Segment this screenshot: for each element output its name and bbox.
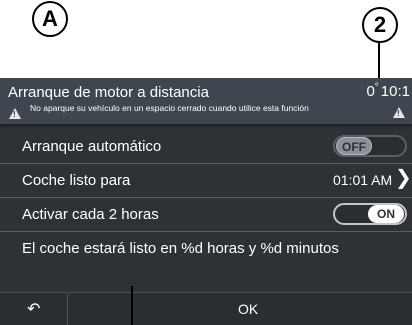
setting-row-auto-start[interactable]: Arranque automático OFF <box>0 130 412 164</box>
callout-2: 2 <box>362 7 398 43</box>
time-value: 10:1 <box>380 83 410 100</box>
every-two-hours-label: Activar cada 2 horas <box>22 206 159 223</box>
back-button[interactable]: ↶ <box>0 293 68 325</box>
toggle-knob: ON <box>368 205 404 223</box>
degree-symbol: ° <box>374 82 379 93</box>
footer-bar: ↶ OK <box>0 292 412 325</box>
ready-time-value: 01:01 AM <box>333 172 393 188</box>
setting-row-every-two-hours[interactable]: Activar cada 2 horas ON <box>0 198 412 232</box>
auto-start-label: Arranque automático <box>22 138 162 155</box>
ok-label: OK <box>238 301 259 317</box>
chevron-right-icon[interactable]: ❯ <box>395 168 412 188</box>
every-two-hours-toggle[interactable]: ON <box>333 203 407 225</box>
warning-message: No aparque su vehículo en un espacio cer… <box>30 103 309 113</box>
setting-row-ready-for[interactable]: Coche listo para 01:01 AM ❯ <box>0 164 412 198</box>
temperature-value: 0 <box>366 83 375 100</box>
status-clock: 0° 10:1 <box>366 82 410 100</box>
toggle-knob: OFF <box>336 137 372 155</box>
callout-leader-line <box>131 286 133 325</box>
alert-icon[interactable]: ! <box>393 107 405 118</box>
ready-info-row: El coche estará listo en %d horas y %d m… <box>0 232 412 272</box>
ok-button[interactable]: OK <box>68 293 412 325</box>
back-arrow-icon: ↶ <box>27 301 41 318</box>
remote-start-screen: Arranque de motor a distancia 0° 10:1 ! N… <box>0 78 412 325</box>
page-title: Arranque de motor a distancia <box>8 84 209 101</box>
auto-start-toggle[interactable]: OFF <box>333 135 407 157</box>
warning-icon: ! <box>9 108 21 119</box>
ready-for-label: Coche listo para <box>22 172 131 189</box>
callout-a: A <box>32 1 68 37</box>
header-bar: Arranque de motor a distancia 0° 10:1 ! N… <box>0 78 412 124</box>
ready-info-text: El coche estará listo en %d horas y %d m… <box>22 240 339 257</box>
